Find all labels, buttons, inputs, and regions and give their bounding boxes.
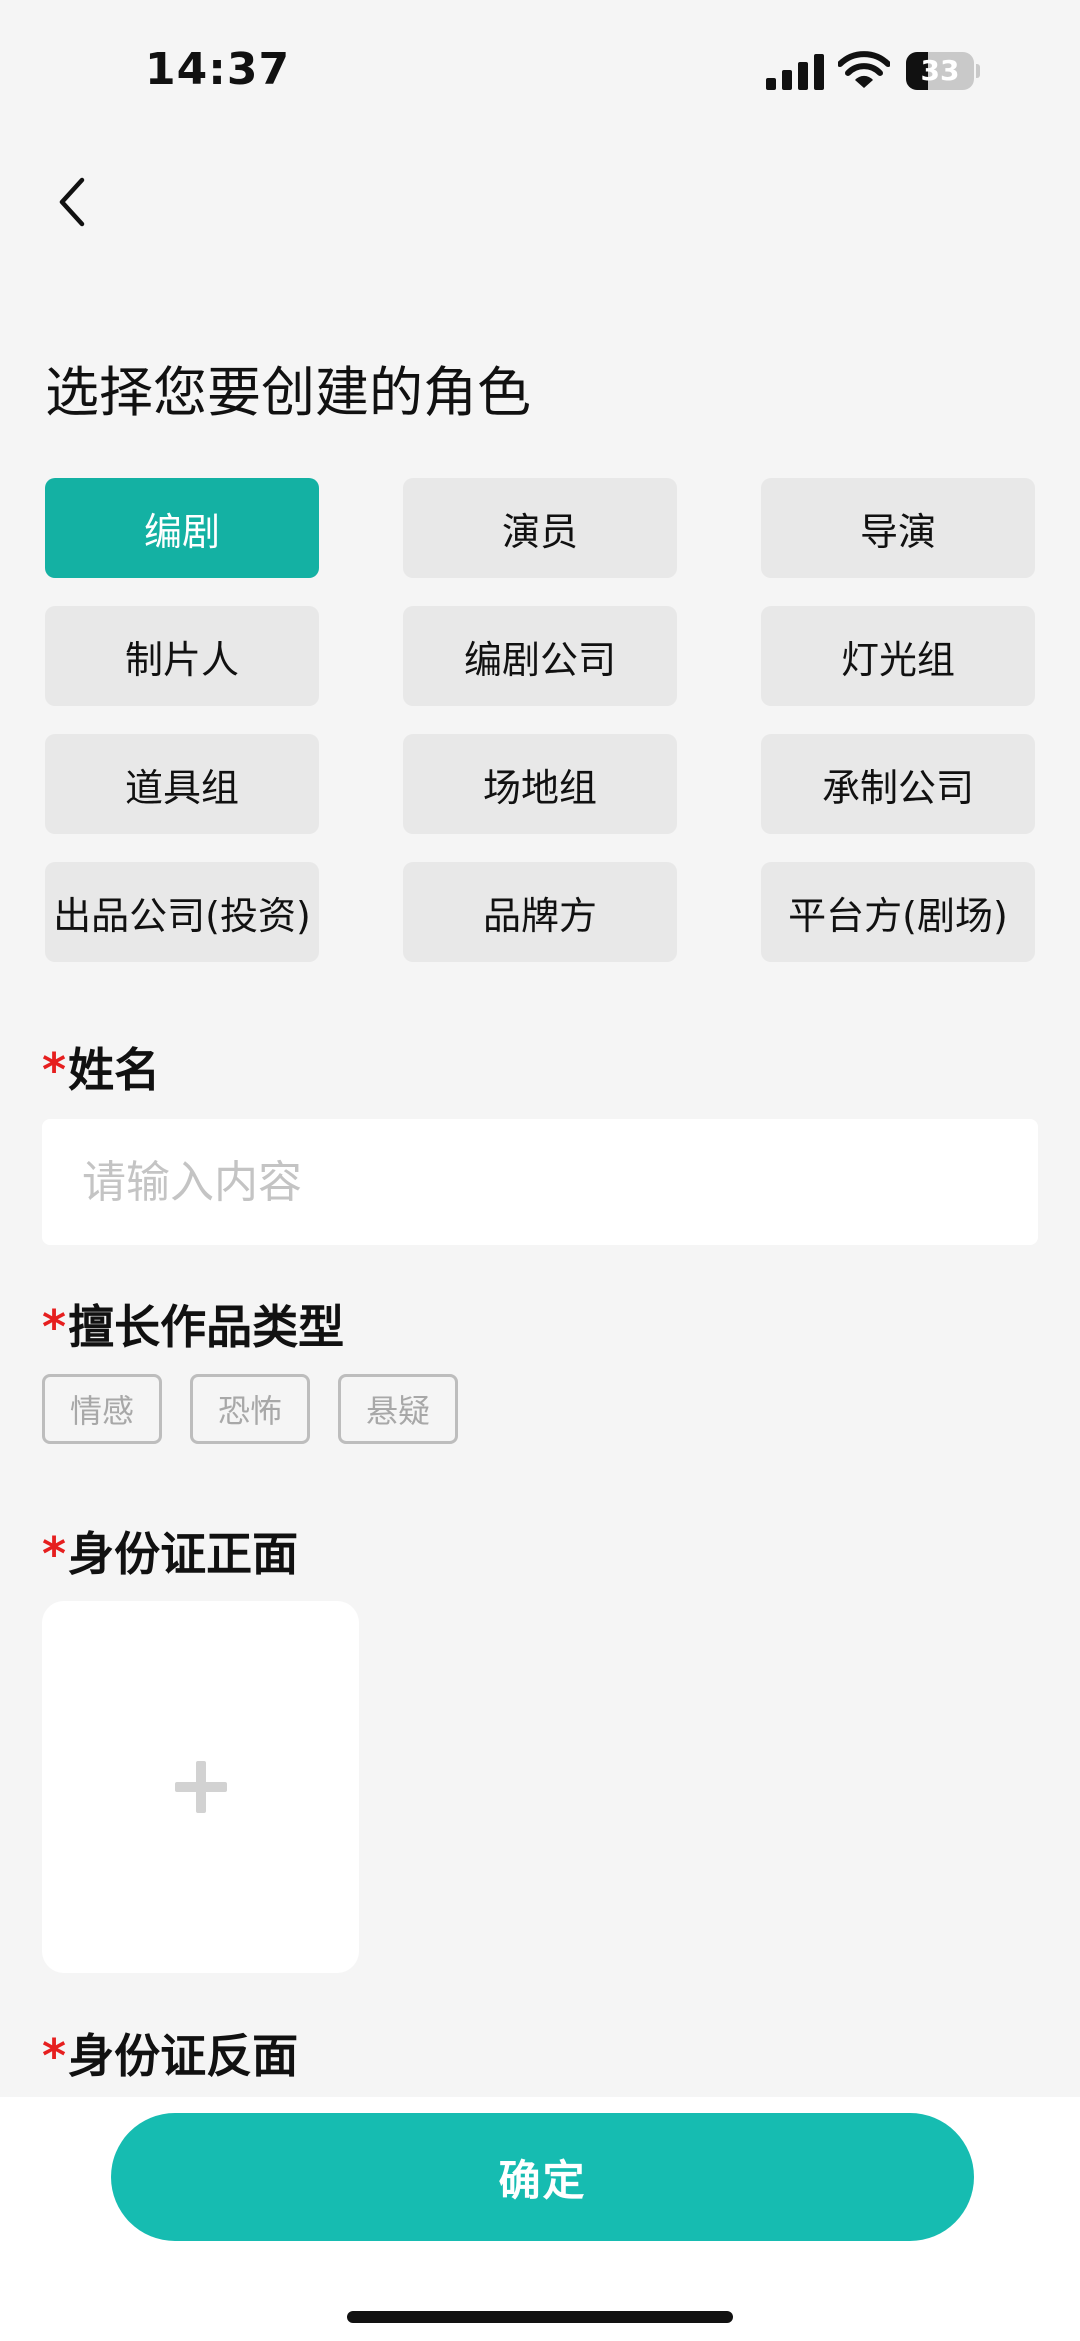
create-role-page: 14:37 33 选择您要创建的角色 编剧 演员 导演 制片人 编剧公司 灯光组… [0, 0, 1080, 2341]
role-option-screenwriting-company[interactable]: 编剧公司 [403, 606, 677, 706]
battery-percentage: 33 [920, 54, 960, 87]
id-back-label-text: 身份证反面 [68, 2029, 299, 2083]
role-option-director[interactable]: 导演 [761, 478, 1035, 578]
role-option-lighting-crew[interactable]: 灯光组 [761, 606, 1035, 706]
role-option-brand[interactable]: 品牌方 [403, 862, 677, 962]
chevron-left-icon [59, 177, 85, 227]
id-front-label: *身份证正面 [42, 1518, 298, 1584]
genre-tag-emotion[interactable]: 情感 [42, 1374, 162, 1444]
genre-label-text: 擅长作品类型 [68, 1300, 345, 1354]
back-button[interactable] [36, 166, 108, 238]
required-mark: * [42, 1043, 67, 1097]
genre-label: *擅长作品类型 [42, 1291, 344, 1357]
status-bar: 14:37 33 [0, 0, 1080, 140]
battery-nub [976, 64, 980, 78]
role-option-investment-company[interactable]: 出品公司(投资) [45, 862, 319, 962]
role-option-production-company[interactable]: 承制公司 [761, 734, 1035, 834]
role-option-props-crew[interactable]: 道具组 [45, 734, 319, 834]
battery-icon: 33 [906, 52, 980, 90]
bottom-bar: 确定 [0, 2097, 1080, 2341]
page-title: 选择您要创建的角色 [45, 361, 531, 424]
id-front-upload[interactable] [42, 1601, 359, 1973]
wifi-icon [838, 51, 890, 88]
status-time: 14:37 [145, 44, 291, 95]
required-mark: * [42, 2029, 67, 2083]
required-mark: * [42, 1300, 67, 1354]
role-option-venue-crew[interactable]: 场地组 [403, 734, 677, 834]
required-mark: * [42, 1527, 67, 1581]
genre-tag-horror[interactable]: 恐怖 [190, 1374, 310, 1444]
genre-tags: 情感 恐怖 悬疑 [42, 1374, 458, 1444]
id-front-label-text: 身份证正面 [68, 1527, 299, 1581]
genre-tag-mystery[interactable]: 悬疑 [338, 1374, 458, 1444]
name-label: *姓名 [42, 1034, 160, 1100]
id-back-label: *身份证反面 [42, 2020, 298, 2086]
signal-icon [766, 54, 824, 90]
role-option-screenwriter[interactable]: 编剧 [45, 478, 319, 578]
plus-icon [174, 1761, 227, 1813]
role-option-platform[interactable]: 平台方(剧场) [761, 862, 1035, 962]
role-option-actor[interactable]: 演员 [403, 478, 677, 578]
home-indicator[interactable] [347, 2311, 733, 2323]
role-option-producer[interactable]: 制片人 [45, 606, 319, 706]
name-label-text: 姓名 [68, 1043, 161, 1097]
confirm-button[interactable]: 确定 [111, 2113, 974, 2241]
role-grid: 编剧 演员 导演 制片人 编剧公司 灯光组 道具组 场地组 承制公司 出品公司(… [45, 478, 1035, 962]
battery-body: 33 [906, 52, 974, 90]
name-input[interactable] [42, 1119, 1038, 1245]
